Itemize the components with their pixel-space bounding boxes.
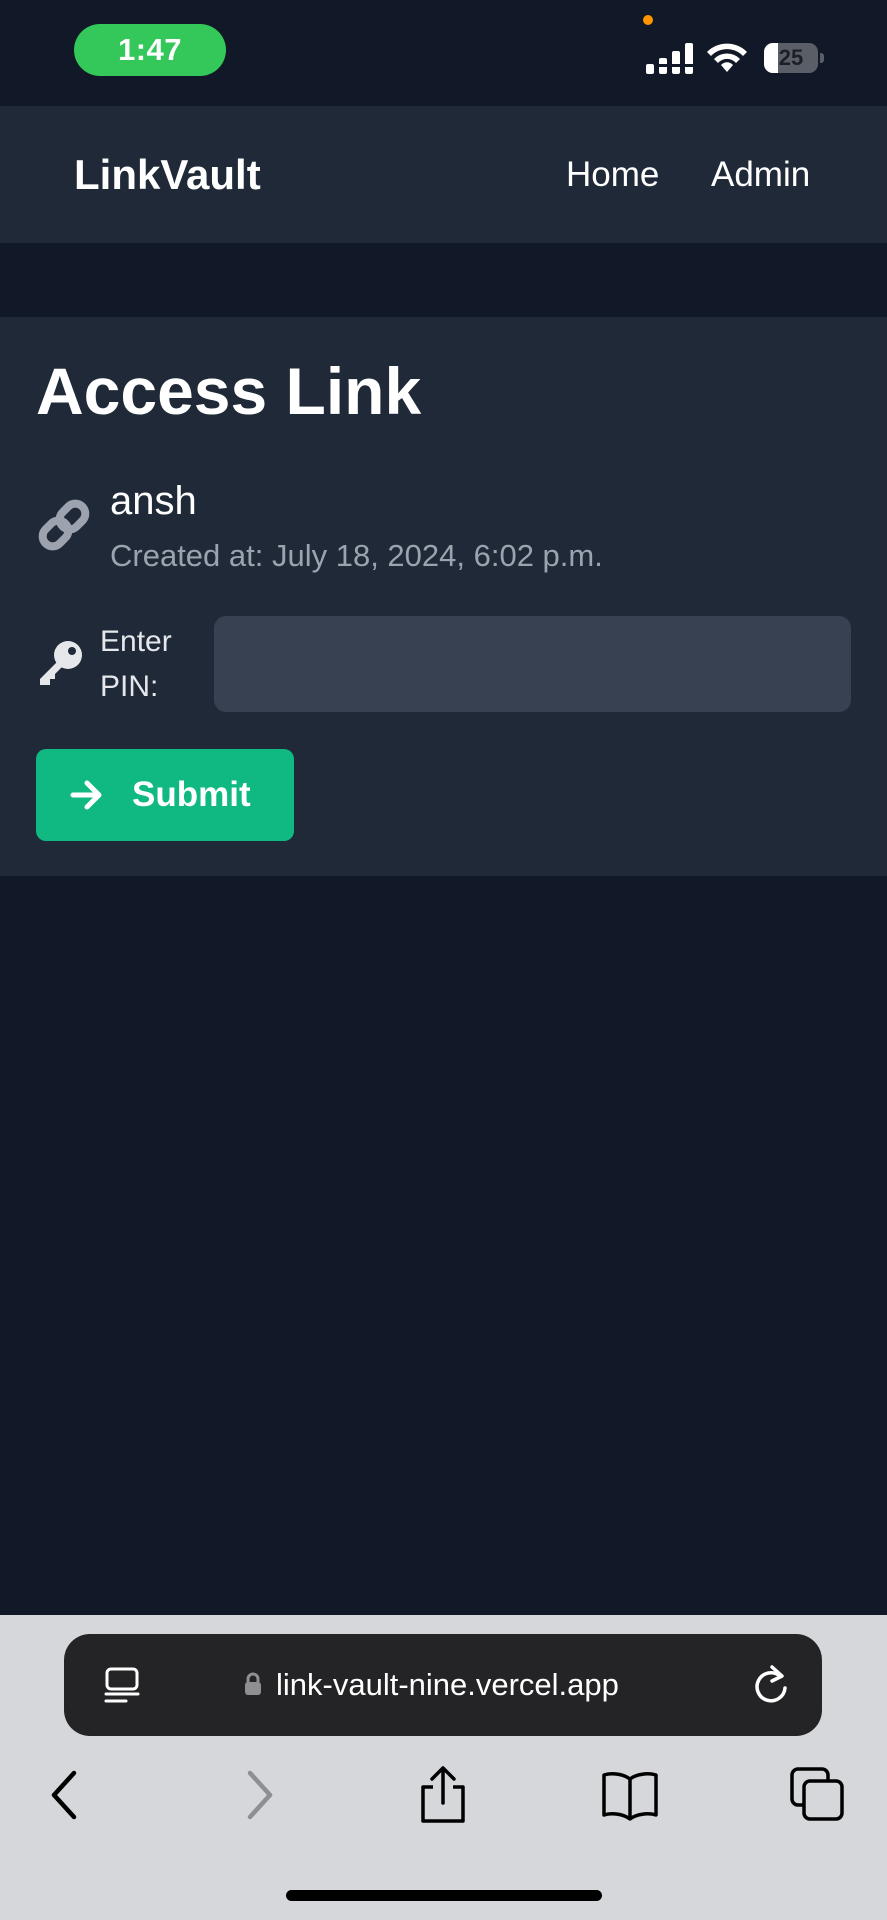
link-icon — [38, 499, 90, 551]
pin-label: Enter PIN: — [100, 625, 172, 703]
cellular-signal-icon — [646, 43, 693, 74]
nav-link-admin[interactable]: Admin — [711, 106, 810, 243]
page-title: Access Link — [36, 354, 422, 428]
status-bar: 1:47 25 — [0, 0, 887, 106]
chevron-left-icon[interactable] — [36, 1765, 96, 1825]
battery-icon: 25 — [764, 43, 824, 73]
tabs-icon[interactable] — [788, 1765, 848, 1825]
link-name: ansh — [110, 479, 197, 523]
browser-toolbar: link-vault-nine.vercel.app — [0, 1615, 887, 1920]
address-bar[interactable]: link-vault-nine.vercel.app — [64, 1634, 822, 1736]
pin-input[interactable] — [214, 616, 851, 712]
home-indicator — [286, 1890, 602, 1901]
submit-label: Submit — [132, 775, 251, 814]
brand-logo-text[interactable]: LinkVault — [74, 106, 261, 243]
submit-button[interactable]: Submit — [36, 749, 294, 841]
status-time: 1:47 — [74, 24, 226, 76]
book-icon[interactable] — [600, 1765, 660, 1825]
arrow-right-icon — [70, 780, 102, 810]
access-link-card: Access Link ansh Created at: July 18, 20… — [0, 317, 887, 876]
navbar: LinkVault Home Admin — [0, 106, 887, 243]
wifi-icon — [707, 43, 747, 72]
microphone-indicator-dot — [643, 15, 653, 25]
link-created-at: Created at: July 18, 2024, 6:02 p.m. — [110, 538, 603, 573]
url-text[interactable]: link-vault-nine.vercel.app — [276, 1634, 619, 1736]
key-icon — [40, 641, 82, 685]
battery-level: 25 — [778, 45, 804, 70]
lock-icon — [245, 1672, 261, 1695]
tab-overview-icon[interactable] — [102, 1666, 142, 1706]
reload-icon[interactable] — [752, 1664, 792, 1706]
nav-link-home[interactable]: Home — [566, 106, 659, 243]
share-icon[interactable] — [413, 1765, 473, 1825]
chevron-right-icon[interactable] — [228, 1765, 288, 1825]
